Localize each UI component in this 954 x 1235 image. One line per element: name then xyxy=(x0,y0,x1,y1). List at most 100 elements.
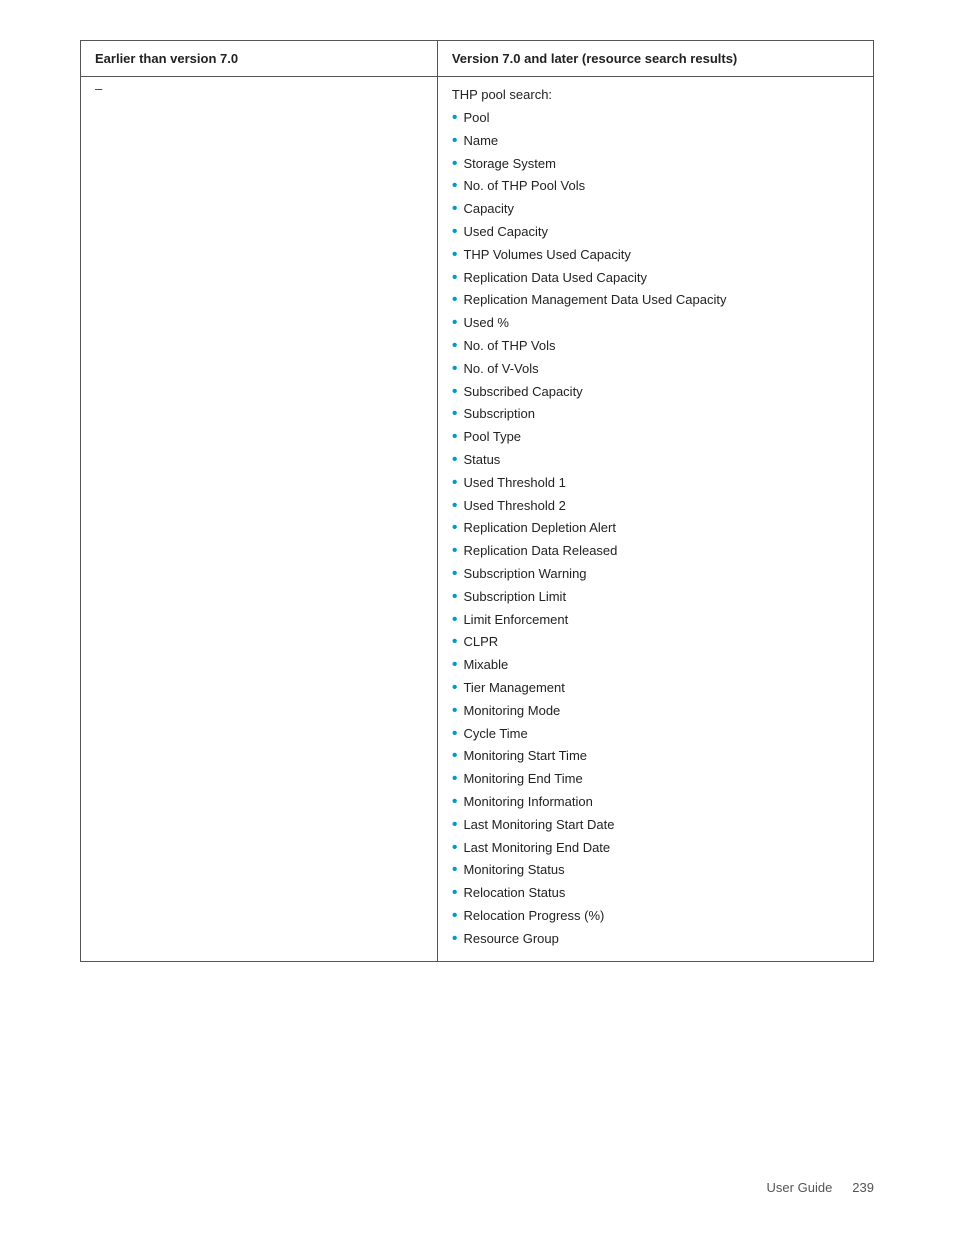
list-item: •No. of THP Vols xyxy=(452,336,859,357)
bullet-icon: • xyxy=(452,678,458,699)
list-item-text: Monitoring End Time xyxy=(463,769,582,789)
bullet-icon: • xyxy=(452,587,458,608)
page-container: Earlier than version 7.0 Version 7.0 and… xyxy=(0,0,954,1235)
list-item-text: Capacity xyxy=(463,199,514,219)
bullet-icon: • xyxy=(452,541,458,562)
bullet-icon: • xyxy=(452,860,458,881)
list-item: •Monitoring Information xyxy=(452,792,859,813)
list-item-text: Resource Group xyxy=(463,929,558,949)
list-item-text: Subscribed Capacity xyxy=(463,382,582,402)
bullet-icon: • xyxy=(452,815,458,836)
bullet-icon: • xyxy=(452,154,458,175)
bullet-icon: • xyxy=(452,268,458,289)
bullet-icon: • xyxy=(452,245,458,266)
bullet-icon: • xyxy=(452,199,458,220)
list-item: •Replication Depletion Alert xyxy=(452,518,859,539)
bullet-icon: • xyxy=(452,108,458,129)
list-item-text: Subscription Limit xyxy=(463,587,566,607)
list-item-text: Replication Depletion Alert xyxy=(463,518,615,538)
list-item: •Tier Management xyxy=(452,678,859,699)
items-list: •Pool•Name•Storage System•No. of THP Poo… xyxy=(452,108,859,949)
list-item: •CLPR xyxy=(452,632,859,653)
bullet-icon: • xyxy=(452,359,458,380)
list-item-text: Last Monitoring End Date xyxy=(463,838,610,858)
list-item-text: Storage System xyxy=(463,154,556,174)
list-item: •Monitoring Status xyxy=(452,860,859,881)
list-item: •Monitoring Mode xyxy=(452,701,859,722)
bullet-icon: • xyxy=(452,838,458,859)
list-item: •Resource Group xyxy=(452,929,859,950)
list-item-text: No. of THP Pool Vols xyxy=(463,176,585,196)
list-item-text: CLPR xyxy=(463,632,498,652)
col2-cell: THP pool search: •Pool•Name•Storage Syst… xyxy=(437,77,873,962)
list-item: •Storage System xyxy=(452,154,859,175)
list-item: •Pool Type xyxy=(452,427,859,448)
bullet-icon: • xyxy=(452,450,458,471)
list-item-text: Tier Management xyxy=(463,678,564,698)
list-item: •Cycle Time xyxy=(452,724,859,745)
bullet-icon: • xyxy=(452,929,458,950)
list-item: •Used % xyxy=(452,313,859,334)
list-item-text: Mixable xyxy=(463,655,508,675)
list-item: •No. of V-Vols xyxy=(452,359,859,380)
bullet-icon: • xyxy=(452,336,458,357)
list-item: •Used Capacity xyxy=(452,222,859,243)
list-item: •Subscription xyxy=(452,404,859,425)
list-item: •Used Threshold 2 xyxy=(452,496,859,517)
bullet-icon: • xyxy=(452,496,458,517)
bullet-icon: • xyxy=(452,724,458,745)
bullet-icon: • xyxy=(452,473,458,494)
footer: User Guide 239 xyxy=(767,1180,874,1195)
col1-cell: – xyxy=(81,77,438,962)
list-item-text: Used Capacity xyxy=(463,222,548,242)
list-item: •Monitoring End Time xyxy=(452,769,859,790)
list-item-text: Monitoring Mode xyxy=(463,701,560,721)
bullet-icon: • xyxy=(452,222,458,243)
list-item: •Status xyxy=(452,450,859,471)
section-title: THP pool search: xyxy=(452,87,859,102)
list-item: •Monitoring Start Time xyxy=(452,746,859,767)
list-item-text: Cycle Time xyxy=(463,724,527,744)
list-item: •Relocation Progress (%) xyxy=(452,906,859,927)
list-item: •Mixable xyxy=(452,655,859,676)
list-item: •Name xyxy=(452,131,859,152)
bullet-icon: • xyxy=(452,313,458,334)
footer-label: User Guide xyxy=(767,1180,833,1195)
list-item-text: No. of THP Vols xyxy=(463,336,555,356)
list-item-text: Limit Enforcement xyxy=(463,610,568,630)
bullet-icon: • xyxy=(452,518,458,539)
list-item: •Replication Data Used Capacity xyxy=(452,268,859,289)
bullet-icon: • xyxy=(452,131,458,152)
bullet-icon: • xyxy=(452,906,458,927)
list-item-text: Replication Data Released xyxy=(463,541,617,561)
bullet-icon: • xyxy=(452,883,458,904)
list-item-text: Used Threshold 1 xyxy=(463,473,565,493)
list-item-text: Relocation Status xyxy=(463,883,565,903)
footer-page: 239 xyxy=(852,1180,874,1195)
list-item: •Last Monitoring End Date xyxy=(452,838,859,859)
bullet-icon: • xyxy=(452,769,458,790)
list-item-text: Status xyxy=(463,450,500,470)
comparison-table: Earlier than version 7.0 Version 7.0 and… xyxy=(80,40,874,962)
bullet-icon: • xyxy=(452,176,458,197)
list-item: •Replication Data Released xyxy=(452,541,859,562)
list-item: •Subscription Limit xyxy=(452,587,859,608)
list-item-text: Monitoring Information xyxy=(463,792,592,812)
list-item-text: No. of V-Vols xyxy=(463,359,538,379)
list-item-text: Pool xyxy=(463,108,489,128)
list-item-text: Subscription xyxy=(463,404,535,424)
bullet-icon: • xyxy=(452,404,458,425)
list-item-text: Monitoring Start Time xyxy=(463,746,587,766)
bullet-icon: • xyxy=(452,655,458,676)
list-item-text: Last Monitoring Start Date xyxy=(463,815,614,835)
list-item: •Subscription Warning xyxy=(452,564,859,585)
list-item: •Limit Enforcement xyxy=(452,610,859,631)
bullet-icon: • xyxy=(452,610,458,631)
bullet-icon: • xyxy=(452,701,458,722)
list-item: •Used Threshold 1 xyxy=(452,473,859,494)
bullet-icon: • xyxy=(452,564,458,585)
bullet-icon: • xyxy=(452,382,458,403)
list-item: •No. of THP Pool Vols xyxy=(452,176,859,197)
list-item-text: Used Threshold 2 xyxy=(463,496,565,516)
list-item: •Subscribed Capacity xyxy=(452,382,859,403)
